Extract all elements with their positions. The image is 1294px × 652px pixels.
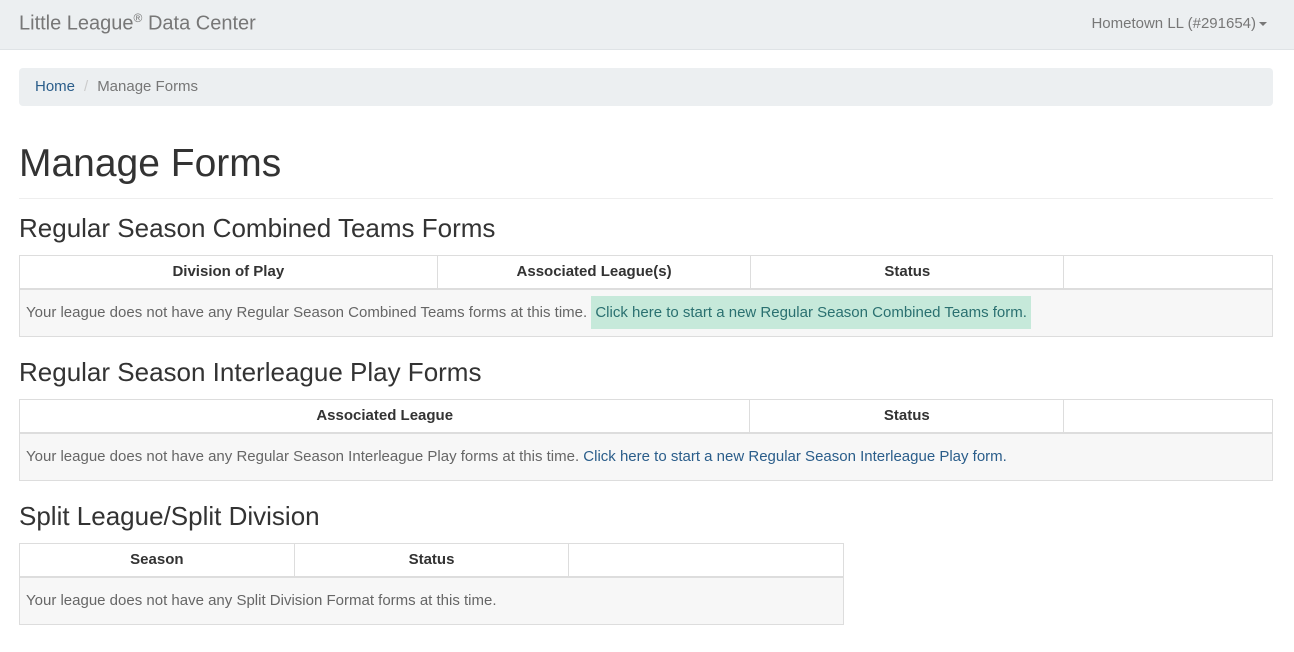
- empty-message-cell: Your league does not have any Regular Se…: [19, 288, 1273, 337]
- column-header: Status: [750, 255, 1065, 290]
- interleague-table: Associated League Status Your league doe…: [18, 399, 1273, 481]
- table-row: Your league does not have any Split Divi…: [19, 576, 844, 625]
- empty-message-cell: Your league does not have any Split Divi…: [19, 576, 844, 625]
- empty-message: Your league does not have any Regular Se…: [26, 448, 580, 466]
- table-row: Your league does not have any Regular Se…: [19, 432, 1273, 481]
- column-header: Associated League(s): [436, 255, 752, 290]
- column-header: Status: [293, 543, 570, 578]
- combined-teams-table: Division of Play Associated League(s) St…: [19, 255, 1273, 337]
- table-header-row: Season Status: [19, 543, 844, 578]
- column-header: [1063, 255, 1273, 290]
- empty-message: Your league does not have any Split Divi…: [26, 592, 497, 610]
- table-row: Your league does not have any Regular Se…: [19, 288, 1273, 337]
- breadcrumb-home-link[interactable]: Home: [35, 78, 75, 95]
- interleague-heading: Regular Season Interleague Play Forms: [19, 357, 482, 387]
- empty-message: Your league does not have any Regular Se…: [26, 304, 588, 322]
- combined-teams-heading: Regular Season Combined Teams Forms: [19, 213, 496, 243]
- split-division-heading: Split League/Split Division: [19, 501, 320, 531]
- new-combined-teams-form-link[interactable]: Click here to start a new Regular Season…: [591, 296, 1031, 330]
- caret-down-icon[interactable]: [1259, 22, 1267, 26]
- page-title: Manage Forms: [19, 142, 282, 185]
- brand-suffix: Data Center: [142, 12, 256, 35]
- brand-logo[interactable]: Little League® Data Center: [19, 11, 256, 36]
- column-header: Division of Play: [19, 255, 438, 290]
- breadcrumb-current: Manage Forms: [97, 78, 199, 95]
- table-header-row: Division of Play Associated League(s) St…: [19, 255, 1273, 290]
- account-dropdown[interactable]: Hometown LL (#291654): [1091, 15, 1256, 32]
- column-header: [568, 543, 844, 578]
- breadcrumb: Home / Manage Forms: [19, 68, 1273, 106]
- column-header: Season: [19, 543, 295, 578]
- column-header: Associated League: [18, 399, 751, 434]
- top-navbar: Little League® Data Center Hometown LL (…: [0, 0, 1294, 50]
- breadcrumb-separator: /: [84, 78, 89, 95]
- column-header: Status: [749, 399, 1065, 434]
- split-division-table: Season Status Your league does not have …: [19, 543, 844, 625]
- brand-prefix: Little League: [19, 12, 134, 35]
- title-divider: [19, 198, 1273, 199]
- column-header: [1063, 399, 1273, 434]
- new-interleague-form-link[interactable]: Click here to start a new Regular Season…: [583, 448, 1007, 465]
- empty-message-cell: Your league does not have any Regular Se…: [19, 432, 1273, 481]
- table-header-row: Associated League Status: [18, 399, 1273, 434]
